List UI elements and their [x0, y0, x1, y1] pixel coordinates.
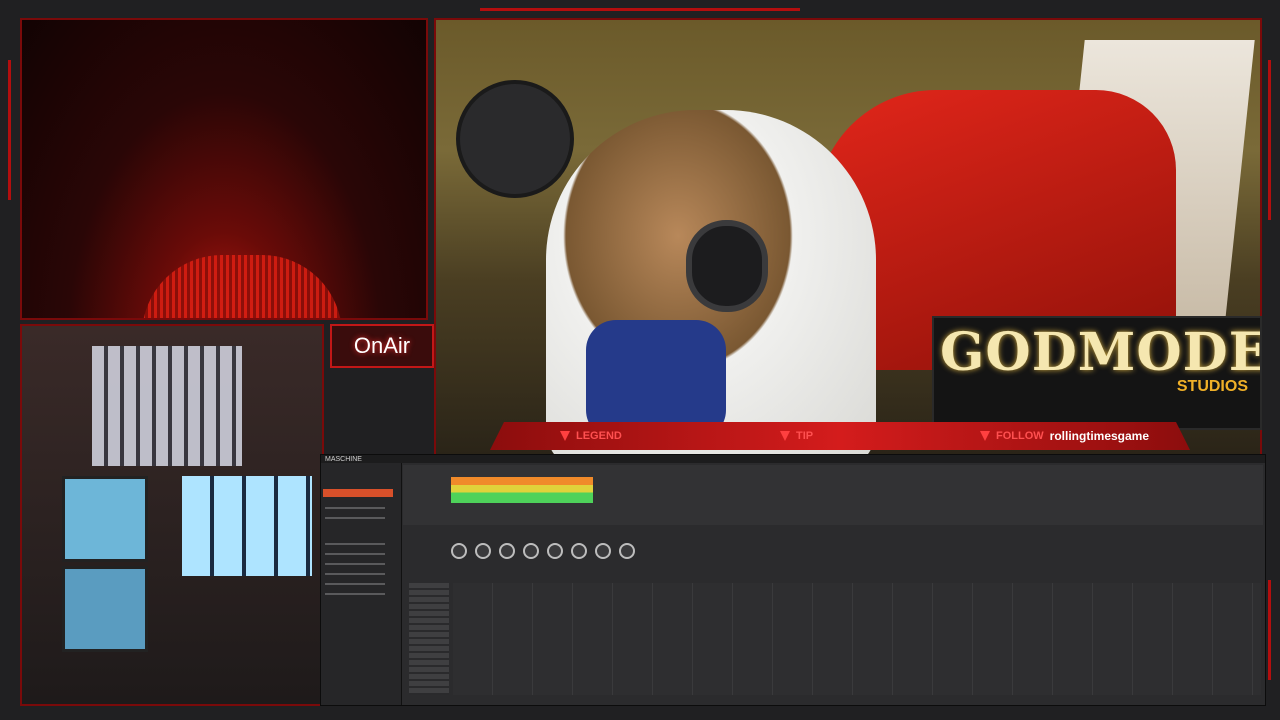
- browser-item[interactable]: [325, 583, 385, 585]
- piano-roll-keys[interactable]: [409, 583, 449, 695]
- browser-item[interactable]: [325, 517, 385, 519]
- daw-browser[interactable]: [321, 463, 402, 705]
- param-knob[interactable]: [451, 543, 467, 559]
- daw-app-title: MASCHINE: [325, 456, 362, 463]
- frame-edge-left: [8, 60, 11, 200]
- param-knob[interactable]: [595, 543, 611, 559]
- controller-screen-bottom: [62, 566, 148, 652]
- webcam-controller: [20, 324, 324, 706]
- frame-edge-top: [480, 8, 800, 11]
- parameter-knobs[interactable]: [451, 543, 635, 559]
- pattern-clip[interactable]: [451, 477, 593, 503]
- frame-edge-bottom-right: [1268, 580, 1271, 680]
- browser-item[interactable]: [325, 593, 385, 595]
- follow-icon: [980, 431, 990, 441]
- logo-subtitle: STUDIOS: [1176, 378, 1248, 395]
- param-knob[interactable]: [571, 543, 587, 559]
- alert-banner: LEGEND TIP FOLLOW rollingtimesgame: [490, 422, 1190, 450]
- on-air-sign: OnAir: [330, 324, 434, 368]
- booth-chair: [142, 255, 342, 318]
- banner-tip: TIP: [780, 430, 813, 442]
- studio-logo: GODMODE STUDIOS: [932, 316, 1262, 430]
- banner-follow: FOLLOW rollingtimesgame: [980, 429, 1149, 443]
- arranger-view[interactable]: [403, 465, 1263, 525]
- browser-selected-item[interactable]: [323, 489, 393, 497]
- param-knob[interactable]: [619, 543, 635, 559]
- pop-filter: [456, 80, 574, 198]
- param-knob[interactable]: [475, 543, 491, 559]
- webcam-vocal-booth: [20, 18, 428, 320]
- frame-edge-right: [1268, 60, 1271, 220]
- controller-screen-top: [62, 476, 148, 562]
- legend-icon: [560, 431, 570, 441]
- param-knob[interactable]: [499, 543, 515, 559]
- browser-item[interactable]: [325, 563, 385, 565]
- pattern-editor[interactable]: [453, 583, 1261, 695]
- banner-legend: LEGEND: [560, 430, 622, 442]
- logo-title: GODMODE: [940, 322, 1262, 383]
- param-knob[interactable]: [547, 543, 563, 559]
- tip-icon: [780, 431, 790, 441]
- browser-item[interactable]: [325, 573, 385, 575]
- browser-item[interactable]: [325, 553, 385, 555]
- daw-titlebar[interactable]: [321, 455, 1265, 463]
- browser-item[interactable]: [325, 507, 385, 509]
- legend-label: LEGEND: [576, 430, 622, 442]
- follow-username: rollingtimesgame: [1049, 429, 1150, 443]
- follow-label: FOLLOW: [996, 430, 1044, 442]
- pad-grid: [92, 346, 242, 466]
- browser-item[interactable]: [325, 543, 385, 545]
- param-knob[interactable]: [523, 543, 539, 559]
- daw-window[interactable]: MASCHINE: [320, 454, 1266, 706]
- tip-label: TIP: [796, 430, 814, 442]
- headphones: [686, 220, 768, 312]
- lit-pads: [182, 476, 312, 576]
